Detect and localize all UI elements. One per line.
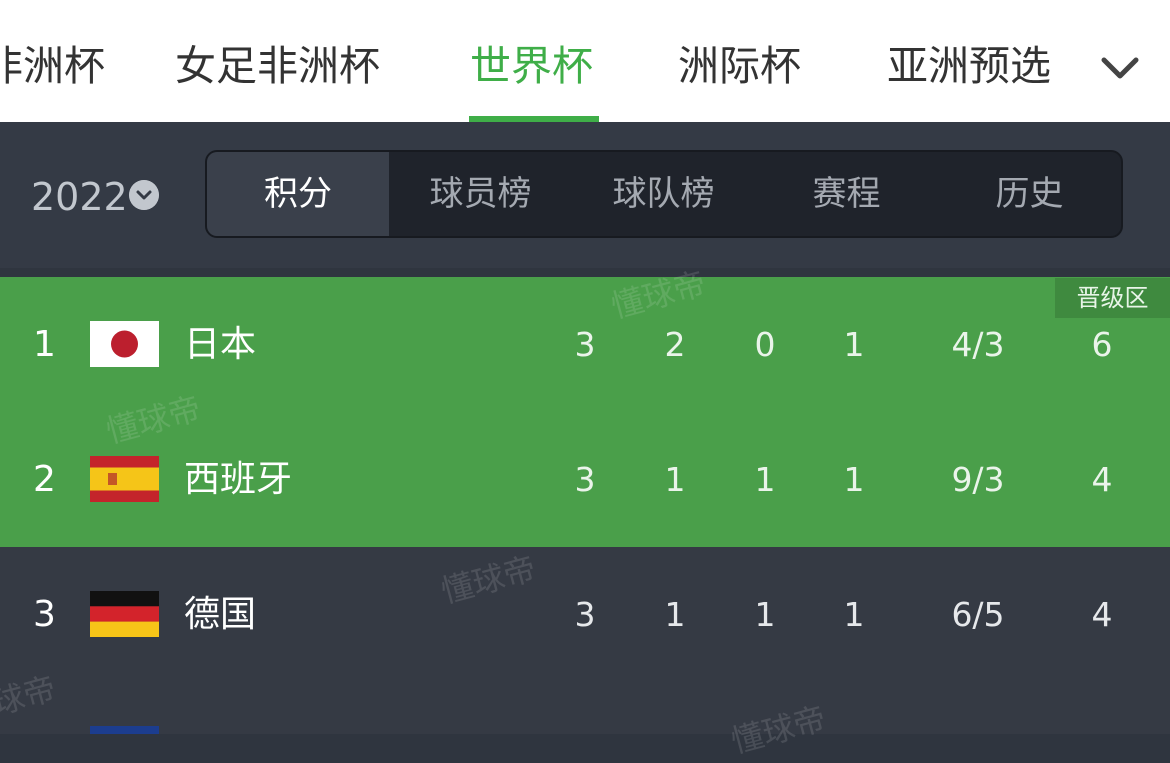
draws: 1 — [754, 460, 776, 499]
segment-control: 积分 球员榜 球队榜 赛程 历史 — [205, 150, 1123, 238]
spain-flag-icon — [90, 456, 159, 502]
segment-team-rank[interactable]: 球队榜 — [572, 152, 755, 236]
rank: 2 — [33, 459, 56, 500]
points: 4 — [1091, 595, 1113, 634]
rank: 1 — [33, 324, 56, 365]
draws: 0 — [754, 325, 776, 364]
table-row[interactable]: 1 日本 3 2 0 1 4/3 6 — [0, 277, 1170, 412]
wins: 1 — [664, 595, 686, 634]
played: 3 — [574, 460, 596, 499]
wins: 2 — [664, 325, 686, 364]
tab-world-cup[interactable]: 世界杯 — [470, 38, 593, 94]
segment-history[interactable]: 历史 — [938, 152, 1121, 236]
segment-schedule[interactable]: 赛程 — [755, 152, 938, 236]
tab-womens-africa-cup[interactable]: 女足非洲杯 — [175, 38, 380, 94]
germany-flag-icon — [90, 591, 159, 637]
played: 3 — [574, 595, 596, 634]
tab-intercontinental-cup[interactable]: 洲际杯 — [678, 38, 801, 94]
table-row[interactable]: 3 德国 3 1 1 1 6/5 4 — [0, 547, 1170, 682]
chevron-down-circle-icon[interactable] — [129, 180, 159, 210]
competition-tab-bar: 非洲杯 女足非洲杯 世界杯 洲际杯 亚洲预选 — [0, 0, 1170, 122]
team-name: 西班牙 — [184, 459, 293, 500]
tab-asia-qualifiers[interactable]: 亚洲预选 — [887, 38, 1051, 94]
goals: 6/5 — [951, 595, 1005, 634]
segment-standings[interactable]: 积分 — [207, 152, 389, 236]
goals: 4/3 — [951, 325, 1005, 364]
wins: 1 — [664, 460, 686, 499]
rank: 3 — [33, 594, 56, 635]
team-name: 德国 — [184, 594, 257, 635]
points: 4 — [1091, 460, 1113, 499]
losses: 1 — [843, 325, 865, 364]
season-selector[interactable]: 2022 — [31, 174, 128, 220]
table-row[interactable]: 2 西班牙 3 1 1 1 9/3 4 — [0, 412, 1170, 547]
flag-icon — [90, 726, 159, 734]
goals: 9/3 — [951, 460, 1005, 499]
qualification-zone-badge: 晋级区 — [1055, 278, 1170, 318]
japan-flag-icon — [90, 321, 159, 367]
tab-africa-cup[interactable]: 非洲杯 — [0, 38, 105, 94]
chevron-down-icon[interactable] — [1098, 50, 1142, 86]
table-row[interactable] — [0, 682, 1170, 734]
team-name: 日本 — [184, 324, 257, 365]
segment-player-rank[interactable]: 球员榜 — [389, 152, 572, 236]
draws: 1 — [754, 595, 776, 634]
losses: 1 — [843, 595, 865, 634]
losses: 1 — [843, 460, 865, 499]
played: 3 — [574, 325, 596, 364]
